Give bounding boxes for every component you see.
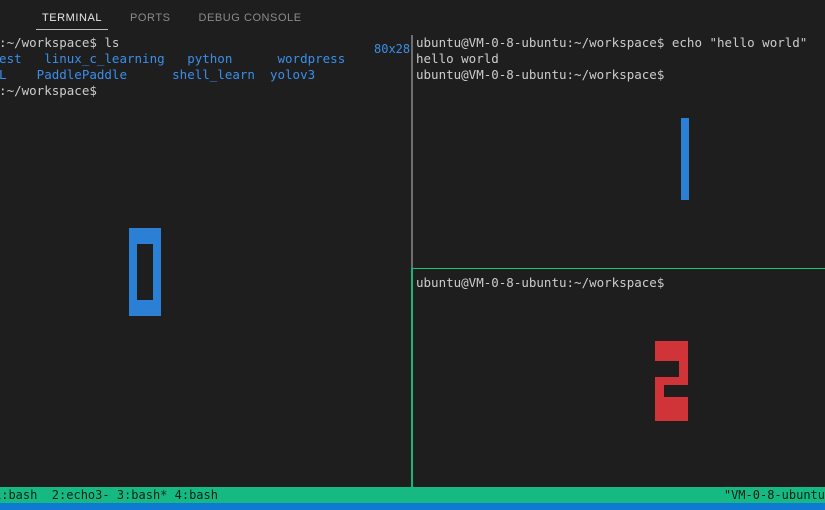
terminal-body[interactable]: tu:~/workspace$ ls iTest linux_c_learnin… xyxy=(0,35,825,487)
pane-divider-horizontal-active xyxy=(411,268,825,269)
tab-debug-console-label: DEBUG CONSOLE xyxy=(198,11,302,24)
terminal-line: ubuntu@VM-0-8-ubuntu:~/workspace$ xyxy=(416,67,665,82)
terminal-line: ubuntu@VM-0-8-ubuntu:~/workspace$ xyxy=(416,275,665,290)
pane-number-2-indicator xyxy=(655,341,688,421)
tab-terminal-label: TERMINAL xyxy=(42,11,103,24)
pane-divider-vertical-inactive xyxy=(411,35,413,268)
pane-divider-vertical-active xyxy=(411,268,413,487)
tmux-session-name: "VM-0-8-ubuntu xyxy=(723,488,825,502)
terminal-line: ubuntu@VM-0-8-ubuntu:~/workspace$ echo "… xyxy=(416,35,808,50)
terminal-pane-0[interactable]: tu:~/workspace$ ls iTest linux_c_learnin… xyxy=(0,35,405,487)
tab-debug-console[interactable]: DEBUG CONSOLE xyxy=(184,0,315,35)
terminal-line: tu:~/workspace$ ls xyxy=(0,35,120,50)
terminal-pane-2[interactable]: ubuntu@VM-0-8-ubuntu:~/workspace$ xyxy=(414,275,825,487)
terminal-line: tu:~/workspace$ xyxy=(0,83,97,98)
terminal-pane-1[interactable]: ubuntu@VM-0-8-ubuntu:~/workspace$ echo "… xyxy=(414,35,825,266)
vscode-terminal-panel: TERMINAL PORTS DEBUG CONSOLE tu:~/worksp… xyxy=(0,0,825,510)
pane-number-0-indicator xyxy=(129,228,161,316)
tmux-window-list[interactable]: 1:bash 2:echo3- 3:bash* 4:bash xyxy=(0,487,218,503)
terminal-line: hello world xyxy=(416,51,499,66)
tab-ports-label: PORTS xyxy=(130,11,171,24)
terminal-line: TML PaddlePaddle shell_learn yolov3 xyxy=(0,67,316,82)
terminal-line: iTest linux_c_learning python wordpress xyxy=(0,51,346,66)
vscode-status-bar[interactable] xyxy=(0,503,825,510)
panel-tab-bar: TERMINAL PORTS DEBUG CONSOLE xyxy=(0,0,825,35)
tab-terminal[interactable]: TERMINAL xyxy=(28,0,116,35)
pane-number-1-indicator xyxy=(681,118,689,200)
tab-ports[interactable]: PORTS xyxy=(116,0,184,35)
pane-size-indicator: 80x28 xyxy=(374,42,411,56)
tmux-status-bar: 1:bash 2:echo3- 3:bash* 4:bash "VM-0-8-u… xyxy=(0,487,825,503)
